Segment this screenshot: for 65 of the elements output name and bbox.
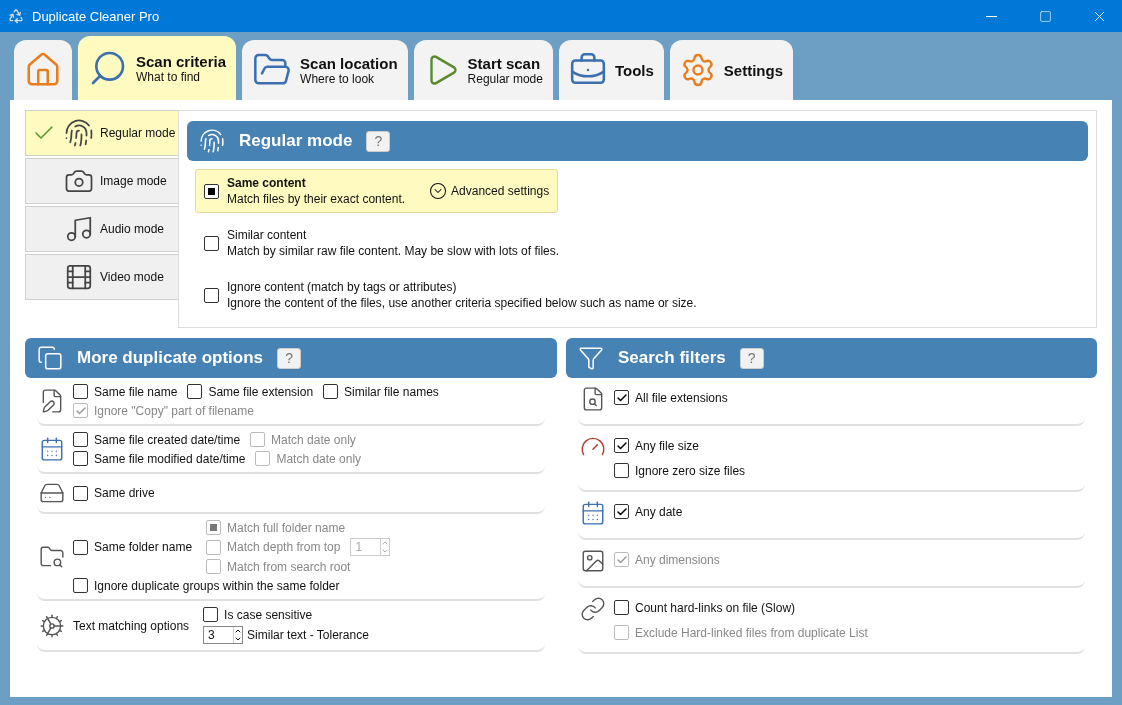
option-title: Similar content <box>227 228 308 242</box>
check-icon <box>615 553 628 566</box>
chevron-down-icon <box>429 182 448 200</box>
checkbox-option[interactable]: Same file name <box>73 384 178 399</box>
fingerprint-icon <box>199 128 225 154</box>
check-icon <box>74 404 87 417</box>
check-icon <box>615 505 628 518</box>
minimize-icon <box>985 15 997 17</box>
section-title: Regular mode <box>239 131 353 151</box>
maximize-icon <box>1038 9 1052 23</box>
option-title: Ignore content (match by tags or attributes) <box>227 280 458 294</box>
app-logo-icon <box>8 8 24 24</box>
option-description: Match files by their exact content. <box>227 192 406 206</box>
checkbox-option[interactable]: Same file extension <box>187 384 314 399</box>
nav-tab[interactable]: Settings <box>669 40 794 100</box>
checkbox-option[interactable]: Is case sensitive <box>203 607 369 622</box>
check-icon <box>615 391 628 404</box>
help-button[interactable]: ? <box>366 130 391 152</box>
content-option[interactable]: Similar content Match by similar raw file content. May be slow with lots of files. <box>195 221 569 265</box>
content-option[interactable]: Same content Match files by their exact content. Advanced settings <box>195 169 559 213</box>
checkbox-option[interactable]: Same drive <box>73 485 155 501</box>
number-spinner[interactable]: 3 <box>203 626 244 644</box>
mode-tab[interactable]: Video mode <box>25 254 178 300</box>
checkbox-option[interactable]: Any date <box>614 504 683 519</box>
section-title: More duplicate options <box>77 348 264 368</box>
nav-tab[interactable]: Tools <box>558 40 664 100</box>
option-label: Text matching options <box>73 618 190 633</box>
checkbox-option[interactable]: Same folder name <box>73 539 193 555</box>
checkbox-option[interactable]: Same file created date/time <box>73 432 241 447</box>
home-icon <box>24 51 62 89</box>
checkbox-option[interactable]: Similar file names <box>323 384 439 399</box>
link-icon <box>580 596 606 622</box>
checkbox-option[interactable]: Same file modified date/time <box>73 451 246 466</box>
image-icon <box>580 548 606 574</box>
fingerprint-icon <box>64 118 94 148</box>
advanced-settings-button[interactable]: Advanced settings <box>429 182 550 200</box>
nav-tab[interactable] <box>14 40 72 100</box>
checkbox-option[interactable]: Any file size <box>614 438 746 453</box>
checkbox-option[interactable]: All file extensions <box>614 390 728 405</box>
option-title: Same content <box>227 176 307 190</box>
music-note-icon <box>64 214 94 244</box>
mode-tab[interactable]: Audio mode <box>25 206 178 252</box>
mode-tab[interactable]: Image mode <box>25 158 178 204</box>
settings-icon <box>39 612 65 639</box>
nav-tab[interactable]: Start scan Regular mode <box>413 40 553 100</box>
option-description: Ignore the content of the files, use another criteria specified below such as name or size. <box>227 296 697 310</box>
option-description: Match by similar raw file content. May be slow with lots of files. <box>227 244 560 258</box>
checkbox-option[interactable]: Count hard-links on file (Slow) <box>614 600 868 615</box>
copy-icon <box>37 345 63 371</box>
help-button[interactable]: ? <box>277 347 302 369</box>
calendar-icon <box>39 436 65 462</box>
content-option[interactable]: Ignore content (match by tags or attributes) Ignore the content of the files, use another criteria specified below such as name or size. <box>195 273 706 317</box>
check-icon <box>615 439 628 452</box>
filter-icon <box>578 345 604 371</box>
nav-tab[interactable]: Scan criteria What to find <box>78 36 237 100</box>
option-label: Similar text - Tolerance <box>247 628 369 642</box>
calendar-icon <box>580 500 606 526</box>
checkbox-option[interactable]: Ignore duplicate groups within the same folder <box>73 578 391 593</box>
nav-tab[interactable]: Scan location Where to look <box>242 40 408 100</box>
mode-tab[interactable]: Regular mode <box>25 110 178 156</box>
checkbox-option[interactable]: Ignore zero size files <box>614 463 746 478</box>
window-title: Duplicate Cleaner Pro <box>32 8 161 24</box>
help-button[interactable]: ? <box>739 347 764 369</box>
section-title: Search filters <box>618 348 726 368</box>
film-icon <box>64 262 94 292</box>
